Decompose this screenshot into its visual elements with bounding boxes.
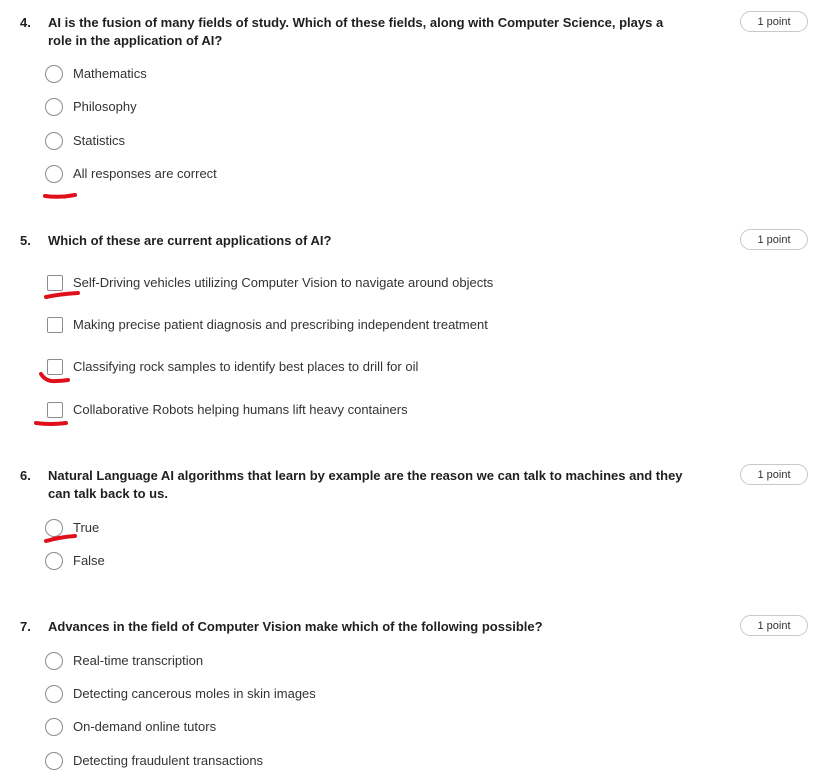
option-label: True [73,520,100,535]
q4-option-mathematics[interactable]: Mathematics [45,63,645,85]
points-badge: 1 point [740,615,808,636]
question-number: 5. [20,233,31,248]
option-label: On-demand online tutors [73,719,217,734]
quiz-page: 4. AI is the fusion of many fields of st… [0,0,831,784]
option-label: Self-Driving vehicles utilizing Computer… [73,275,494,290]
question-text: Natural Language AI algorithms that lear… [48,468,683,501]
q4-option-philosophy[interactable]: Philosophy [45,96,645,118]
radio-button[interactable] [45,98,63,116]
question-text: Which of these are current applications … [48,233,332,248]
option-label: Statistics [73,133,126,148]
q5-option-collaborative-robots[interactable]: Collaborative Robots helping humans lift… [45,399,645,421]
option-label: All responses are correct [73,166,217,181]
checkbox[interactable] [47,402,63,418]
option-label: Real-time transcription [73,653,204,668]
radio-button[interactable] [45,752,63,770]
q7-option-cancerous-moles[interactable]: Detecting cancerous moles in skin images [45,683,645,705]
option-label: Classifying rock samples to identify bes… [73,359,419,374]
points-badge: 1 point [740,464,808,485]
points-badge: 1 point [740,229,808,250]
underline-mark-q5-robots [34,421,68,426]
q6-option-true[interactable]: True [45,517,645,539]
q7-option-fraudulent-transactions[interactable]: Detecting fraudulent transactions [45,750,645,772]
points-badge: 1 point [740,11,808,32]
radio-button[interactable] [45,132,63,150]
radio-button[interactable] [45,718,63,736]
option-label: Detecting cancerous moles in skin images [73,686,316,701]
q6-option-false[interactable]: False [45,550,645,572]
q5-option-rock-samples[interactable]: Classifying rock samples to identify bes… [45,356,645,378]
checkbox[interactable] [47,359,63,375]
q4-option-all-correct[interactable]: All responses are correct [45,163,645,185]
underline-mark-q4 [43,193,77,199]
radio-button[interactable] [45,652,63,670]
question-number: 6. [20,468,31,483]
radio-button[interactable] [45,685,63,703]
question-number: 4. [20,15,31,30]
option-label: Philosophy [73,99,137,114]
q7-option-online-tutors[interactable]: On-demand online tutors [45,716,645,738]
q4-option-statistics[interactable]: Statistics [45,130,645,152]
question-text: AI is the fusion of many fields of study… [48,15,664,48]
checkbox[interactable] [47,275,63,291]
option-label: Mathematics [73,66,147,81]
option-label: Making precise patient diagnosis and pre… [73,317,488,332]
option-label: False [73,553,105,568]
question-text: Advances in the field of Computer Vision… [48,619,543,634]
radio-button[interactable] [45,165,63,183]
radio-button[interactable] [45,519,63,537]
option-label: Detecting fraudulent transactions [73,753,264,768]
option-label: Collaborative Robots helping humans lift… [73,402,408,417]
question-number: 7. [20,619,31,634]
radio-button[interactable] [45,552,63,570]
q5-option-self-driving[interactable]: Self-Driving vehicles utilizing Computer… [45,272,645,294]
q7-option-transcription[interactable]: Real-time transcription [45,650,645,672]
checkbox[interactable] [47,317,63,333]
q5-option-patient-diagnosis[interactable]: Making precise patient diagnosis and pre… [45,314,645,336]
radio-button[interactable] [45,65,63,83]
